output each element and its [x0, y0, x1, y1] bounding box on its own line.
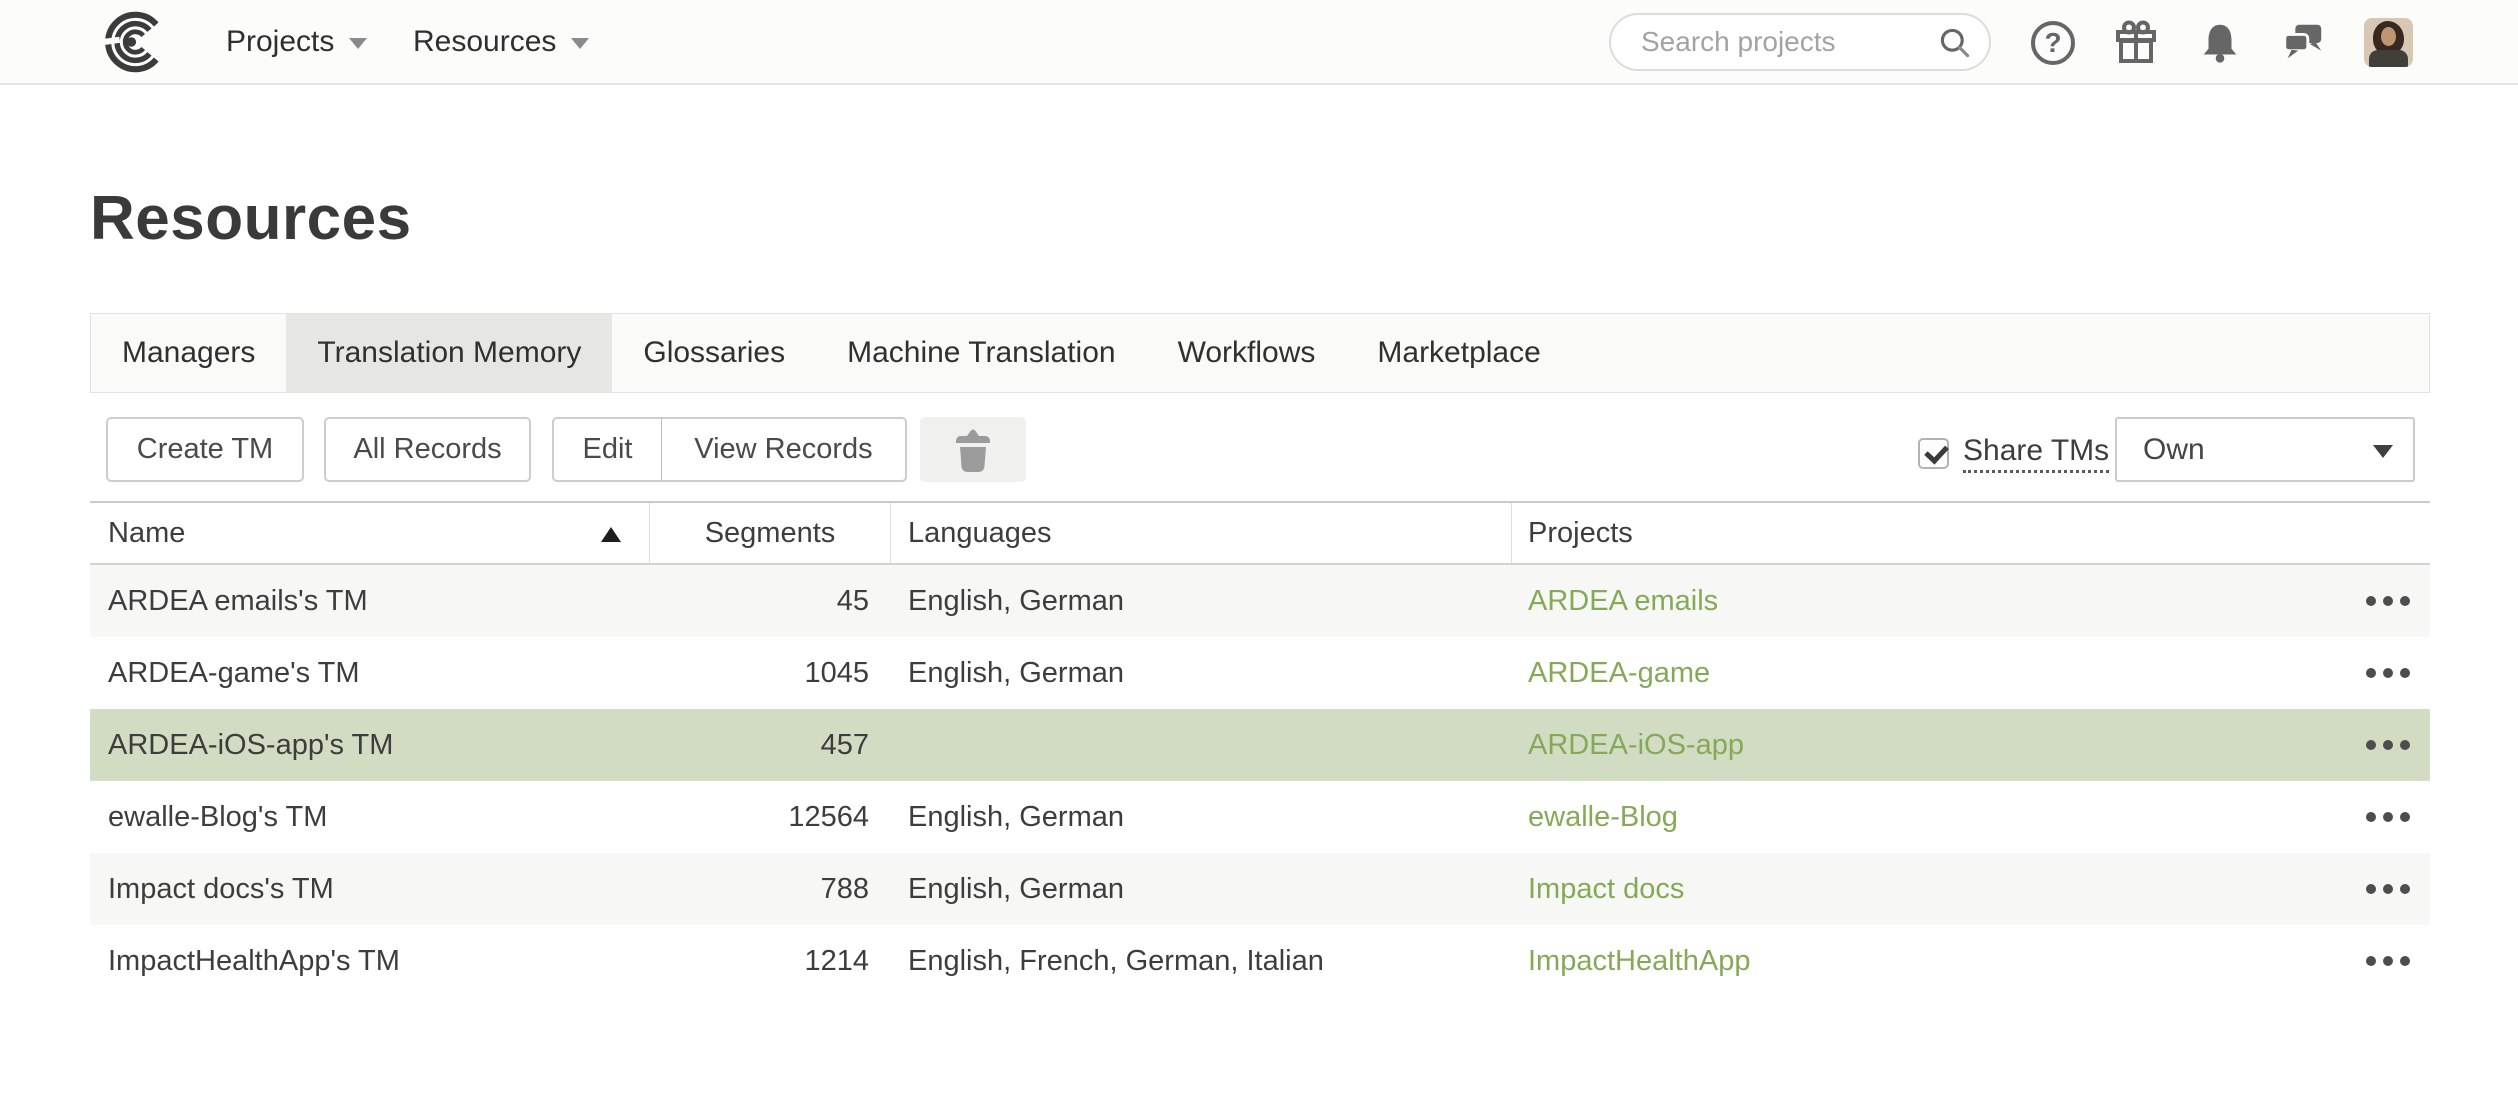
- tm-name-cell: Impact docs's TM: [90, 853, 650, 925]
- help-glyph: ?: [2044, 27, 2061, 59]
- column-name-label: Name: [108, 517, 185, 550]
- project-link[interactable]: ARDEA-iOS-app: [1528, 729, 1744, 762]
- help-button[interactable]: ?: [2029, 19, 2077, 67]
- nav-resources-menu[interactable]: Resources: [413, 0, 589, 83]
- row-actions-menu[interactable]: [2338, 925, 2438, 997]
- project-link[interactable]: ARDEA emails: [1528, 585, 1718, 618]
- table-row[interactable]: ImpactHealthApp's TM 1214 English, Frenc…: [90, 925, 2430, 997]
- bell-icon: [2197, 20, 2243, 66]
- view-records-button[interactable]: View Records: [662, 419, 905, 480]
- column-projects-label: Projects: [1528, 517, 1633, 550]
- tm-segments-cell: 1214: [650, 925, 891, 997]
- translation-memory-table: Name Segments Languages Projects ARDEA e…: [90, 501, 2430, 997]
- row-actions-menu[interactable]: [2338, 709, 2438, 781]
- row-actions-menu[interactable]: [2338, 781, 2438, 853]
- share-tms-checkbox[interactable]: [1918, 438, 1949, 469]
- table-row[interactable]: ARDEA-game's TM 1045 English, German ARD…: [90, 637, 2430, 709]
- sort-ascending-icon: [601, 527, 621, 542]
- column-header-languages[interactable]: Languages: [891, 503, 1512, 563]
- table-row[interactable]: ARDEA emails's TM 45 English, German ARD…: [90, 565, 2430, 637]
- project-link[interactable]: ewalle-Blog: [1528, 801, 1678, 834]
- help-icon: ?: [2031, 21, 2075, 65]
- table-row[interactable]: ewalle-Blog's TM 12564 English, German e…: [90, 781, 2430, 853]
- tm-name-cell: ARDEA-iOS-app's TM: [90, 709, 650, 781]
- topbar: Projects Resources ?: [0, 0, 2518, 85]
- tm-segments-cell: 788: [650, 853, 891, 925]
- tm-scope-select[interactable]: Own: [2115, 417, 2415, 482]
- tm-name-cell: ewalle-Blog's TM: [90, 781, 650, 853]
- ellipsis-icon: [2366, 812, 2376, 822]
- column-segments-label: Segments: [705, 517, 836, 550]
- search-input[interactable]: [1611, 17, 1911, 67]
- share-tms-label: Share TMs: [1963, 434, 2109, 473]
- chevron-down-icon: [349, 38, 367, 49]
- tm-segments-cell: 12564: [650, 781, 891, 853]
- crowdin-logo[interactable]: [96, 8, 168, 76]
- tm-languages-cell: English, French, German, Italian: [891, 925, 1512, 997]
- records-button-group: Edit View Records: [552, 417, 907, 482]
- resources-tabs: Managers Translation Memory Glossaries M…: [90, 313, 2430, 393]
- tab-glossaries[interactable]: Glossaries: [612, 314, 816, 392]
- tm-name-cell: ARDEA-game's TM: [90, 637, 650, 709]
- chat-icon: [2280, 20, 2326, 66]
- ellipsis-icon: [2366, 956, 2376, 966]
- avatar-face: [2381, 27, 2396, 46]
- delete-tm-button[interactable]: [920, 417, 1026, 482]
- page-title: Resources: [90, 183, 412, 254]
- column-header-projects[interactable]: Projects: [1512, 503, 2430, 563]
- all-records-button[interactable]: All Records: [324, 417, 531, 482]
- ellipsis-icon: [2366, 596, 2376, 606]
- chevron-down-icon: [571, 38, 589, 49]
- nav-resources-label: Resources: [413, 25, 556, 59]
- gift-icon: [2112, 19, 2160, 67]
- create-tm-button[interactable]: Create TM: [106, 417, 304, 482]
- trash-icon: [953, 427, 993, 473]
- tab-machine-translation[interactable]: Machine Translation: [816, 314, 1146, 392]
- column-header-name[interactable]: Name: [90, 503, 650, 563]
- project-search: [1609, 13, 1991, 71]
- tab-managers[interactable]: Managers: [91, 314, 286, 392]
- row-actions-menu[interactable]: [2338, 637, 2438, 709]
- notifications-button[interactable]: [2196, 19, 2244, 67]
- tm-segments-cell: 45: [650, 565, 891, 637]
- share-tms-toggle[interactable]: Share TMs: [1918, 435, 2109, 471]
- tm-name-cell: ImpactHealthApp's TM: [90, 925, 650, 997]
- table-row[interactable]: Impact docs's TM 788 English, German Imp…: [90, 853, 2430, 925]
- tab-translation-memory[interactable]: Translation Memory: [286, 314, 612, 392]
- tm-languages-cell: English, German: [891, 781, 1512, 853]
- project-link[interactable]: ImpactHealthApp: [1528, 945, 1750, 978]
- ellipsis-icon: [2366, 740, 2376, 750]
- tab-workflows[interactable]: Workflows: [1147, 314, 1347, 392]
- avatar-torso: [2369, 50, 2408, 67]
- tm-segments-cell: 1045: [650, 637, 891, 709]
- messages-button[interactable]: [2279, 19, 2327, 67]
- tab-marketplace[interactable]: Marketplace: [1346, 314, 1571, 392]
- select-arrow-icon: [2373, 445, 2393, 458]
- gift-button[interactable]: [2112, 19, 2160, 67]
- table-header-row: Name Segments Languages Projects: [90, 501, 2430, 565]
- tm-languages-cell: English, German: [891, 637, 1512, 709]
- edit-button[interactable]: Edit: [554, 419, 662, 480]
- row-actions-menu[interactable]: [2338, 565, 2438, 637]
- tm-languages-cell: English, German: [891, 853, 1512, 925]
- search-icon[interactable]: [1937, 25, 1973, 61]
- nav-projects-label: Projects: [226, 25, 334, 59]
- ellipsis-icon: [2366, 668, 2376, 678]
- tm-scope-value: Own: [2117, 433, 2205, 467]
- nav-projects-menu[interactable]: Projects: [226, 0, 367, 83]
- column-languages-label: Languages: [908, 517, 1052, 550]
- tm-segments-cell: 457: [650, 709, 891, 781]
- tm-languages-cell: English, German: [891, 565, 1512, 637]
- tm-languages-cell: [891, 709, 1512, 781]
- user-avatar[interactable]: [2364, 18, 2413, 67]
- column-header-segments[interactable]: Segments: [650, 503, 891, 563]
- project-link[interactable]: Impact docs: [1528, 873, 1684, 906]
- ellipsis-icon: [2366, 884, 2376, 894]
- tm-name-cell: ARDEA emails's TM: [90, 565, 650, 637]
- row-actions-menu[interactable]: [2338, 853, 2438, 925]
- project-link[interactable]: ARDEA-game: [1528, 657, 1710, 690]
- table-row-selected[interactable]: ARDEA-iOS-app's TM 457 ARDEA-iOS-app: [90, 709, 2430, 781]
